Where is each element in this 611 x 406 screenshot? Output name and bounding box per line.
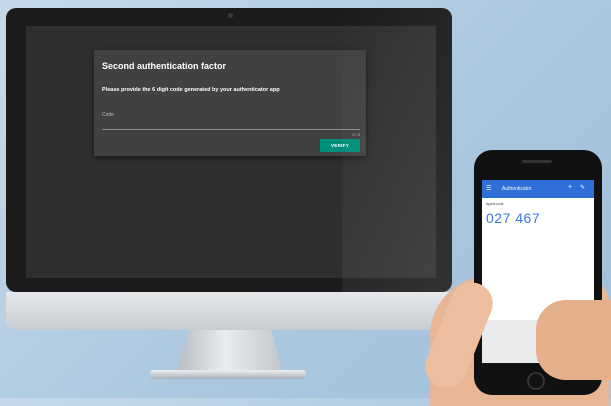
monitor-chin bbox=[6, 292, 452, 330]
code-input[interactable] bbox=[102, 117, 360, 130]
monitor-base bbox=[150, 370, 306, 379]
app-bar: ☰ Authenticator + ✎ bbox=[482, 180, 594, 198]
account-name: Appid:code bbox=[486, 202, 504, 206]
monitor: Second authentication factor Please prov… bbox=[6, 8, 452, 292]
speaker-icon bbox=[522, 160, 552, 163]
monitor-stand bbox=[178, 330, 282, 370]
screen-glare bbox=[342, 8, 452, 292]
fingers bbox=[536, 300, 611, 380]
otp-code[interactable]: 027 467 bbox=[486, 210, 540, 226]
second-factor-dialog: Second authentication factor Please prov… bbox=[94, 50, 366, 156]
menu-icon[interactable]: ☰ bbox=[486, 185, 491, 192]
app-title: Authenticator bbox=[502, 186, 532, 192]
dialog-title: Second authentication factor bbox=[102, 61, 227, 71]
home-button-icon[interactable] bbox=[527, 372, 545, 390]
add-icon[interactable]: + bbox=[568, 184, 572, 191]
dialog-message: Please provide the 6 digit code generate… bbox=[102, 87, 280, 93]
edit-icon[interactable]: ✎ bbox=[580, 184, 585, 191]
camera-icon bbox=[228, 13, 233, 18]
